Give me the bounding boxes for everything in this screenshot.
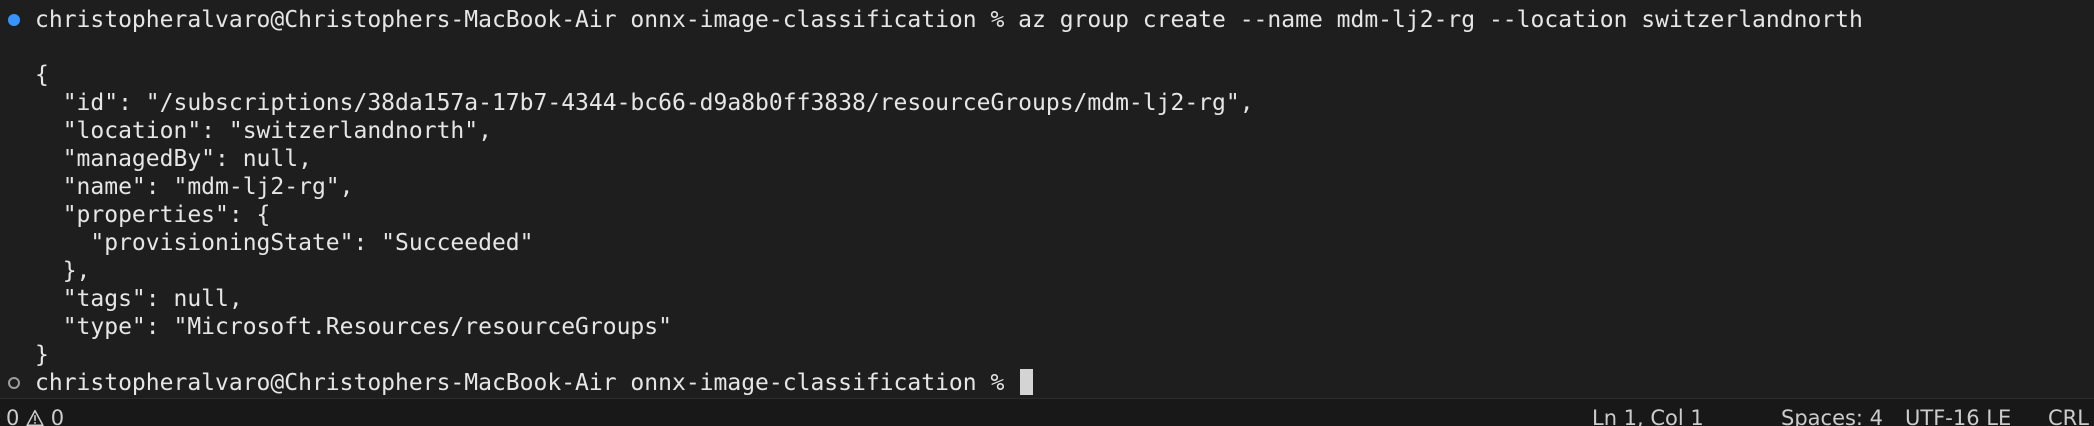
status-bar: 0 0 Ln 1, Col 1 Spaces: 4 UTF-16 LE CRL <box>0 398 2094 426</box>
error-count: 0 <box>6 406 20 426</box>
terminal-cursor <box>1020 369 1034 395</box>
output-line: "id": "/subscriptions/38da157a-17b7-4344… <box>35 90 1254 116</box>
output-line: }, <box>35 258 91 284</box>
command-success-decoration-icon[interactable] <box>8 14 20 26</box>
terminal-panel[interactable]: christopheralvaro@Christophers-MacBook-A… <box>0 0 2094 398</box>
output-line: "provisioningState": "Succeeded" <box>35 230 534 256</box>
output-line: } <box>35 342 49 368</box>
cursor-position[interactable]: Ln 1, Col 1 <box>1592 406 1704 426</box>
warning-count: 0 <box>50 406 65 426</box>
prompt-line[interactable]: christopheralvaro@Christophers-MacBook-A… <box>35 369 1034 397</box>
warning-icon <box>26 409 44 426</box>
command-pending-decoration-icon[interactable] <box>8 377 20 389</box>
problems-indicator[interactable]: 0 0 <box>6 406 64 426</box>
output-line: { <box>35 62 49 88</box>
indentation-setting[interactable]: Spaces: 4 <box>1781 406 1883 426</box>
output-line: "type": "Microsoft.Resources/resourceGro… <box>35 314 672 340</box>
end-of-line-sequence[interactable]: CRL <box>2048 406 2089 426</box>
file-encoding[interactable]: UTF-16 LE <box>1905 406 2011 426</box>
output-line: "tags": null, <box>35 286 243 312</box>
prompt-text: christopheralvaro@Christophers-MacBook-A… <box>35 370 1019 396</box>
output-line: "name": "mdm-lj2-rg", <box>35 174 354 200</box>
output-line: "location": "switzerlandnorth", <box>35 118 492 144</box>
command-line: christopheralvaro@Christophers-MacBook-A… <box>35 7 1863 33</box>
output-line: "managedBy": null, <box>35 146 312 172</box>
output-line: "properties": { <box>35 202 271 228</box>
